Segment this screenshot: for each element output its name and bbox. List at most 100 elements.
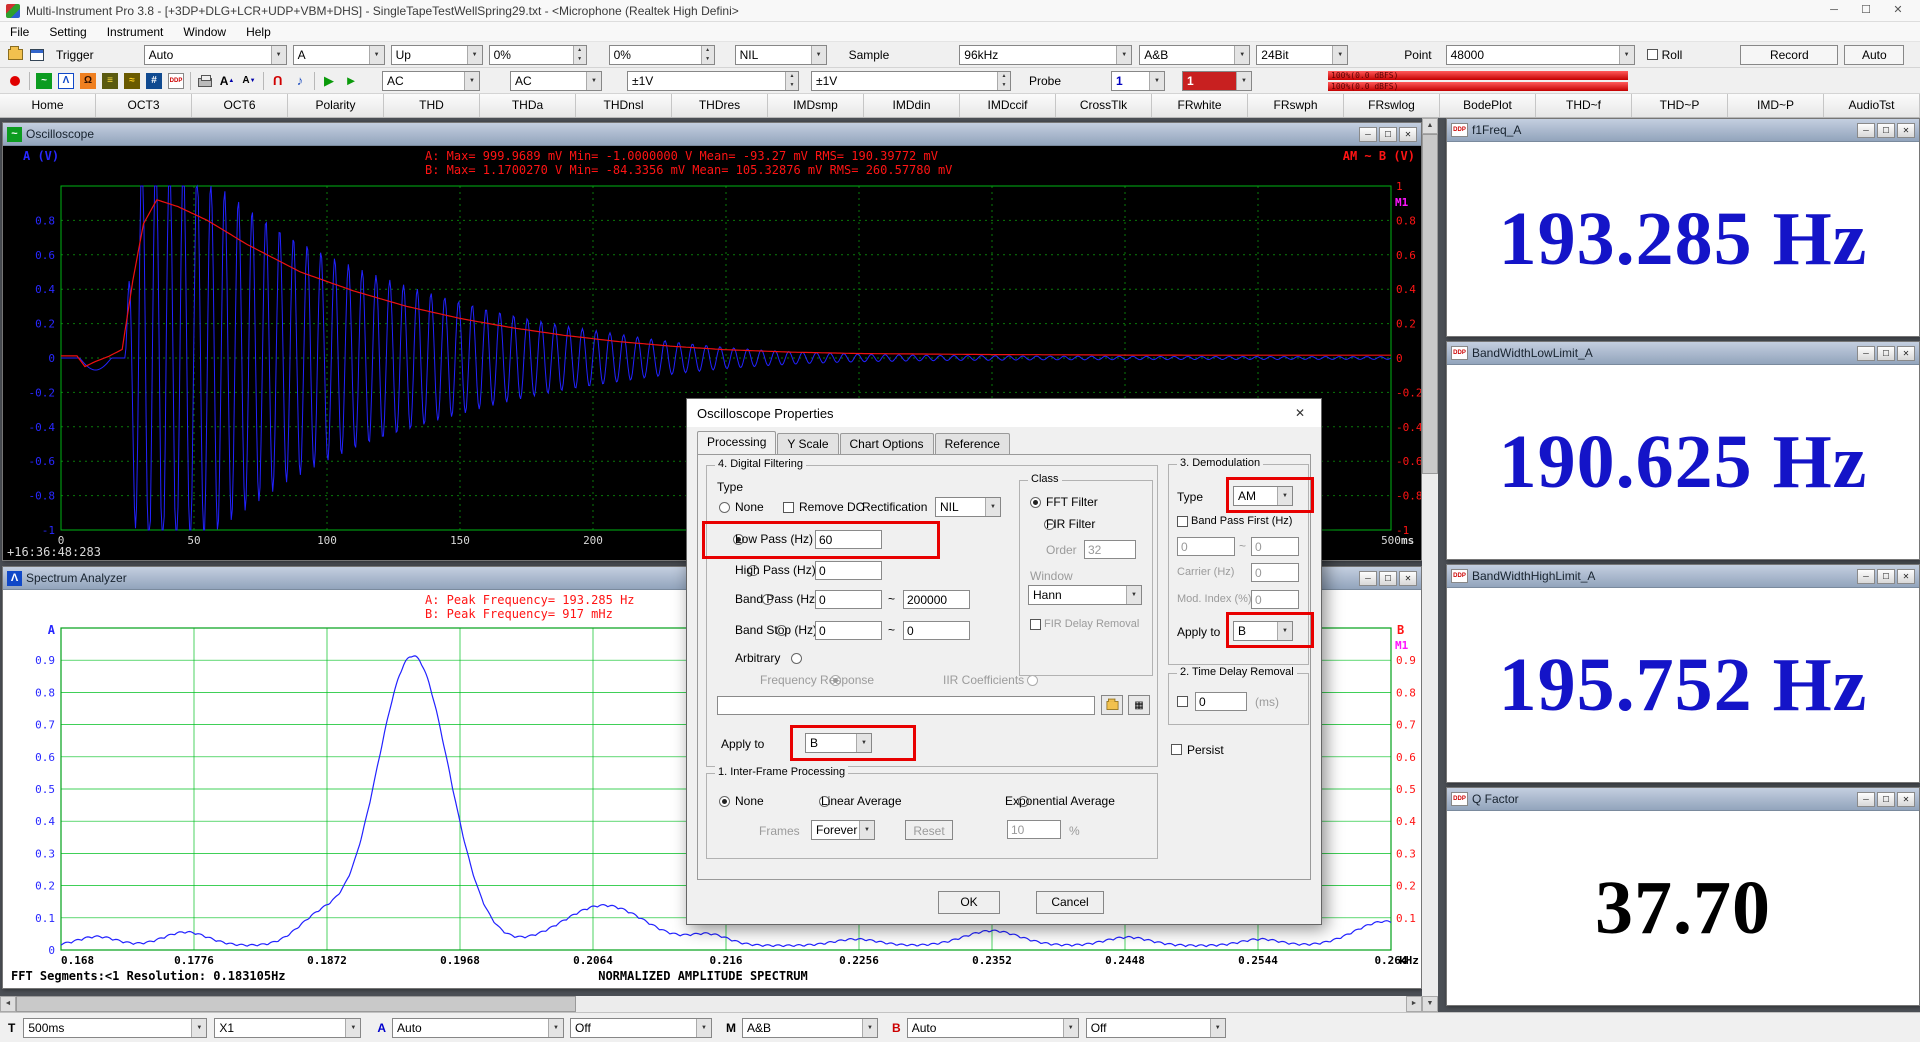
spectrum-3d-plot-icon[interactable]: ≡ [99,71,121,91]
tab-bodeplot[interactable]: BodePlot [1440,94,1536,117]
scroll-down-icon[interactable]: ▼ [1422,996,1438,1012]
scroll-right-icon[interactable]: ► [1406,996,1422,1012]
tab-oct6[interactable]: OCT6 [192,94,288,117]
demod-apply-to-select[interactable]: B▼ [1233,621,1293,641]
tab-oct3[interactable]: OCT3 [96,94,192,117]
decrease-font-icon[interactable]: A▼ [238,71,260,91]
trigger-source-select[interactable]: A▼ [293,45,385,65]
menu-item-setting[interactable]: Setting [39,25,96,39]
sampling-channels-select[interactable]: A&B▼ [1139,45,1250,65]
tab-imdccif[interactable]: IMDccif [960,94,1056,117]
close-button[interactable]: ✕ [1882,0,1914,21]
band-stop-from-input[interactable] [815,621,882,640]
waterfall-plot-icon[interactable]: ≈ [121,71,143,91]
close-button[interactable]: ✕ [1897,123,1915,138]
tab-home[interactable]: Home [0,94,96,117]
scrollbar-thumb[interactable] [16,996,576,1012]
print-icon[interactable] [194,71,216,91]
dialog-tab-y-scale[interactable]: Y Scale [777,433,838,454]
magnet-icon[interactable]: U [267,71,289,91]
maximize-button[interactable]: ☐ [1877,569,1895,584]
scroll-up-icon[interactable]: ▲ [1422,118,1438,134]
probe-a-select[interactable]: 1▼ [1111,71,1165,91]
trigger-delay-input[interactable]: 0%▲▼ [609,45,715,65]
iir-coefficients-radio[interactable] [1027,675,1038,686]
minimize-button[interactable]: ─ [1818,0,1850,21]
demod-type-select[interactable]: AM▼ [1233,486,1293,506]
menu-item-help[interactable]: Help [236,25,281,39]
tab-frswph[interactable]: FRswph [1248,94,1344,117]
channel-a-function-select[interactable]: Off▼ [570,1018,712,1038]
speaker-icon[interactable]: ♪ [289,71,311,91]
dialog-tab-chart-options[interactable]: Chart Options [840,433,934,454]
panel-view-icon[interactable] [26,45,48,65]
demod-bp-to-input[interactable] [1251,537,1299,556]
trigger-hpf-select[interactable]: NIL▼ [735,45,827,65]
menu-item-window[interactable]: Window [173,25,236,39]
dialog-tab-processing[interactable]: Processing [697,431,776,454]
ok-button[interactable]: OK [938,891,1000,914]
tab-thdres[interactable]: THDres [672,94,768,117]
close-button[interactable]: ✕ [1399,571,1417,586]
cancel-button[interactable]: Cancel [1036,891,1104,914]
order-input[interactable] [1084,540,1136,559]
tab-thd-p[interactable]: THD~P [1632,94,1728,117]
window-titlebar[interactable]: Multi-Instrument Pro 3.8 - [+3DP+DLG+LCR… [0,0,1920,22]
increase-font-icon[interactable]: A▲ [216,71,238,91]
multimeter-icon[interactable]: Ω [77,71,99,91]
record-button[interactable]: Record [1740,45,1838,65]
trigger-edge-select[interactable]: Up▼ [391,45,483,65]
minimize-button[interactable]: ─ [1857,346,1875,361]
coupling-b-select[interactable]: AC▼ [510,71,602,91]
ddp-titlebar[interactable]: DDPf1Freq_A─☐✕ [1447,119,1919,142]
range-a-input[interactable]: ±1V▲▼ [627,71,799,91]
window-select[interactable]: Hann▼ [1028,585,1142,605]
band-pass-to-input[interactable] [903,590,970,609]
filter-apply-to-select[interactable]: B▼ [805,733,872,753]
coupling-a-select[interactable]: AC▼ [382,71,480,91]
close-button[interactable]: ✕ [1399,127,1417,142]
ddp-viewer-icon[interactable]: DDP [165,71,187,91]
tab-imddin[interactable]: IMDdin [864,94,960,117]
roll-checkbox[interactable] [1647,49,1658,60]
dialog-titlebar[interactable]: Oscilloscope Properties ✕ [687,399,1321,427]
channel-b-range-select[interactable]: Auto▼ [907,1018,1079,1038]
tab-audiotst[interactable]: AudioTst [1824,94,1920,117]
tab-imd-p[interactable]: IMD~P [1728,94,1824,117]
channel-b-function-select[interactable]: Off▼ [1086,1018,1226,1038]
auto-scaling-button[interactable]: Auto [1844,45,1904,65]
average-count-input[interactable] [1007,820,1061,839]
tab-thd-f[interactable]: THD~f [1536,94,1632,117]
tab-frswlog[interactable]: FRswlog [1344,94,1440,117]
maximize-button[interactable]: ☐ [1850,0,1882,21]
time-delay-checkbox[interactable] [1177,696,1188,707]
tab-frwhite[interactable]: FRwhite [1152,94,1248,117]
probe-b-select[interactable]: 1▼ [1182,71,1252,91]
browse-file-button[interactable] [1101,695,1123,715]
time-delay-input[interactable] [1195,692,1247,711]
record-length-select[interactable]: 48000▼ [1446,45,1635,65]
ddp-titlebar[interactable]: DDPBandWidthLowLimit_A─☐✕ [1447,342,1919,365]
horizontal-zoom-select[interactable]: X1▼ [214,1018,361,1038]
vertical-scrollbar[interactable]: ▲ ▼ [1422,118,1438,1012]
tab-thd[interactable]: THD [384,94,480,117]
maximize-button[interactable]: ☐ [1877,346,1895,361]
filter-file-path-input[interactable] [717,696,1095,715]
channel-a-range-select[interactable]: Auto▼ [392,1018,564,1038]
band-stop-to-input[interactable] [903,621,970,640]
minimize-button[interactable]: ─ [1857,569,1875,584]
dialog-close-button[interactable]: ✕ [1279,399,1321,427]
tab-imdsmp[interactable]: IMDsmp [768,94,864,117]
tab-crosstlk[interactable]: CrossTlk [1056,94,1152,117]
maximize-button[interactable]: ☐ [1877,123,1895,138]
minimize-button[interactable]: ─ [1359,127,1377,142]
rectification-select[interactable]: NIL▼ [935,497,1001,517]
bit-depth-select[interactable]: 24Bit▼ [1256,45,1348,65]
maximize-button[interactable]: ☐ [1379,127,1397,142]
filter-none-radio[interactable] [719,502,730,513]
reset-button[interactable]: Reset [905,820,953,840]
band-pass-from-input[interactable] [815,590,882,609]
tab-polarity[interactable]: Polarity [288,94,384,117]
oscilloscope-titlebar[interactable]: ~ Oscilloscope ─ ☐ ✕ [3,123,1421,146]
data-logger-icon[interactable]: # [143,71,165,91]
